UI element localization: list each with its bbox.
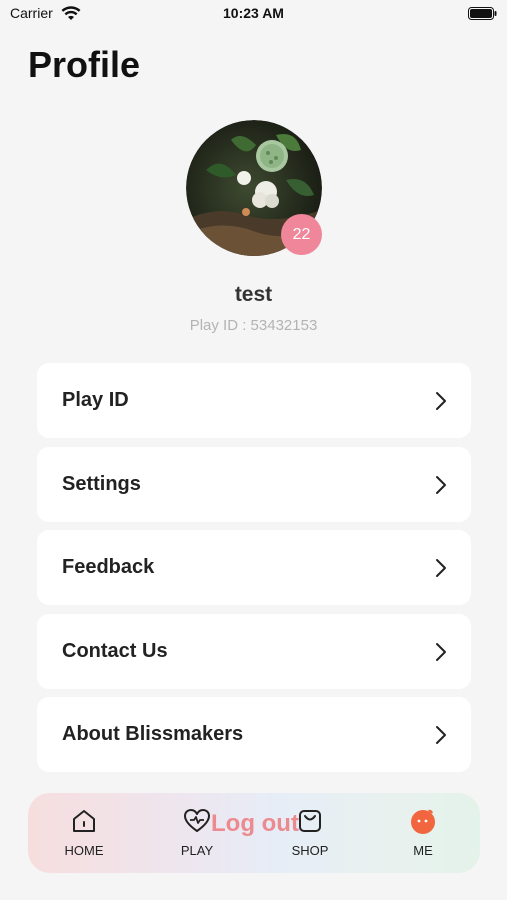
menu-item-feedback[interactable]: Feedback [37, 530, 471, 605]
page-title: Profile [28, 44, 141, 85]
chevron-right-icon [436, 642, 446, 661]
logout-button[interactable]: Log out [211, 810, 299, 838]
menu-item-contact-us[interactable]: Contact Us [37, 613, 471, 689]
chevron-right-icon [436, 475, 446, 494]
menu-item-label: Settings [62, 472, 141, 495]
heart-pulse-icon [184, 809, 210, 832]
tab-home[interactable]: HOME [44, 793, 124, 873]
tab-label: PLAY [180, 843, 214, 858]
shopping-bag-icon [299, 810, 321, 832]
tab-label: SHOP [291, 843, 329, 858]
menu-item-label: Play ID [62, 389, 129, 411]
menu-item-play-id[interactable]: Play ID [37, 363, 471, 438]
level-badge: 22 [281, 214, 322, 255]
home-icon [73, 810, 95, 832]
menu-item-about[interactable]: About Blissmakers [37, 697, 471, 772]
chevron-right-icon [436, 559, 446, 577]
menu-item-settings[interactable]: Settings [37, 446, 471, 522]
tab-label: ME [413, 843, 433, 858]
tab-label: HOME [64, 843, 104, 858]
profile-menu: Play ID Settings Feedback Contact Us Abo… [37, 363, 471, 781]
menu-item-label: Contact Us [62, 639, 168, 662]
play-id-label: Play ID : 53432153 [189, 317, 318, 334]
me-avatar-icon [411, 809, 435, 834]
clock: 10:23 AM [223, 5, 284, 21]
status-bar: Carrier 10:23 AM [0, 0, 507, 28]
chevron-right-icon [436, 392, 446, 410]
menu-item-label: Feedback [62, 556, 155, 578]
battery-icon [468, 7, 497, 20]
chevron-right-icon [436, 726, 446, 744]
username: test [234, 283, 273, 306]
menu-item-label: About Blissmakers [62, 723, 244, 745]
tab-me[interactable]: ME [383, 793, 463, 873]
